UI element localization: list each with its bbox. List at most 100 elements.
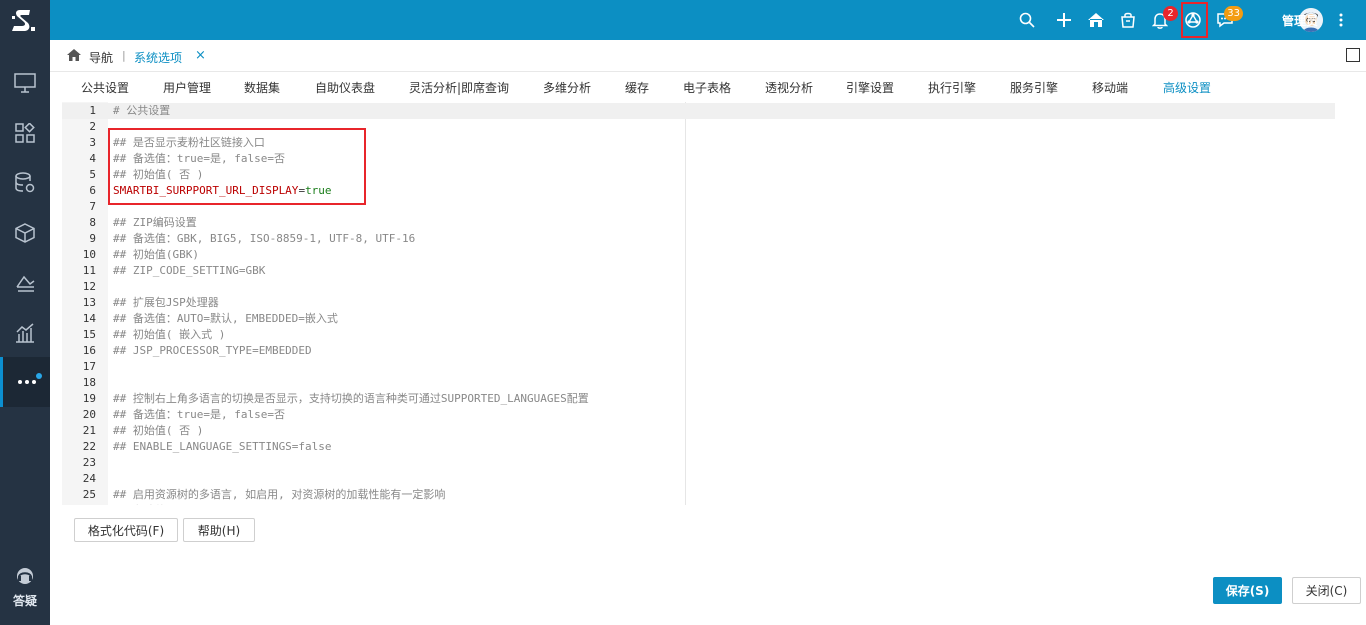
user-name[interactable]: 管理员 <box>1282 12 1318 29</box>
headset-icon <box>17 568 33 584</box>
code-text: ## 备选值：true=是, false=否 <box>113 503 285 505</box>
code-line[interactable]: 26 ## 备选值：true=是, false=否 <box>62 503 1335 505</box>
layers-icon[interactable] <box>0 258 50 308</box>
help-button[interactable]: 帮助(H) <box>183 518 255 542</box>
code-line[interactable]: 11 ## ZIP_CODE_SETTING=GBK <box>62 263 1335 279</box>
database-settings-icon[interactable] <box>0 158 50 208</box>
notification-dot <box>36 373 42 379</box>
code-text: ## 备选值：true=是, false=否 <box>113 408 285 421</box>
code-line[interactable]: 19 ## 控制右上角多语言的切换是否显示，支持切换的语言种类可通过SUPPORT… <box>62 391 1335 407</box>
line-number: 22 <box>82 440 96 453</box>
tab-public-settings[interactable]: 公共设置 <box>81 79 129 96</box>
line-number: 16 <box>82 344 96 357</box>
line-number: 20 <box>82 408 96 421</box>
settings-icon-highlight <box>1181 2 1208 38</box>
code-line[interactable]: 22 ## ENABLE_LANGUAGE_SETTINGS=false <box>62 439 1335 455</box>
search-icon[interactable] <box>1015 8 1039 32</box>
store-icon[interactable] <box>1116 8 1140 32</box>
tab-user-management[interactable]: 用户管理 <box>163 79 211 96</box>
code-line[interactable]: 14 ## 备选值：AUTO=默认, EMBEDDED=嵌入式 <box>62 311 1335 327</box>
code-text: ## 控制右上角多语言的切换是否显示，支持切换的语言种类可通过SUPPORTED… <box>113 392 589 405</box>
code-line[interactable]: 24 <box>62 471 1335 487</box>
code-line[interactable]: 20 ## 备选值：true=是, false=否 <box>62 407 1335 423</box>
tab-flexible-analysis[interactable]: 灵活分析|即席查询 <box>409 79 509 96</box>
bar-chart-icon[interactable] <box>0 308 50 358</box>
tab-dataset[interactable]: 数据集 <box>244 79 280 96</box>
line-number: 25 <box>82 488 96 501</box>
line-number: 5 <box>89 168 96 181</box>
code-line[interactable]: 23 <box>62 455 1335 471</box>
line-number: 14 <box>82 312 96 325</box>
code-line[interactable]: 10 ## 初始值(GBK) <box>62 247 1335 263</box>
grid-apps-icon[interactable] <box>0 108 50 158</box>
code-line[interactable]: 1 # 公共设置 <box>62 103 1335 119</box>
line-number: 24 <box>82 472 96 485</box>
code-line[interactable]: 13 ## 扩展包JSP处理器 <box>62 295 1335 311</box>
line-number: 1 <box>89 104 96 117</box>
line-number: 7 <box>89 200 96 213</box>
code-line[interactable]: 21 ## 初始值( 否 ) <box>62 423 1335 439</box>
cube-icon[interactable] <box>0 208 50 258</box>
tab-service-engine[interactable]: 服务引擎 <box>1010 79 1058 96</box>
code-text: ## 初始值( 否 ) <box>113 424 204 437</box>
code-line[interactable]: 25 ## 启用资源树的多语言, 如启用, 对资源树的加载性能有一定影响 <box>62 487 1335 503</box>
home-icon[interactable] <box>66 48 82 65</box>
bell-icon[interactable]: 2 <box>1148 6 1178 32</box>
kebab-menu-icon[interactable] <box>1329 8 1353 32</box>
code-text: ## ZIP编码设置 <box>113 216 197 229</box>
sidebar: 答疑 <box>0 0 50 625</box>
tab-spreadsheet[interactable]: 电子表格 <box>683 79 731 96</box>
top-bar: 2 33 管理员 <box>50 0 1366 40</box>
logo-icon[interactable] <box>0 0 50 40</box>
line-number: 11 <box>82 264 96 277</box>
home-icon[interactable] <box>1084 8 1108 32</box>
code-text: ## 备选值：AUTO=默认, EMBEDDED=嵌入式 <box>113 312 338 325</box>
line-number: 19 <box>82 392 96 405</box>
tab-execution-engine[interactable]: 执行引擎 <box>928 79 976 96</box>
tab-pivot-analysis[interactable]: 透视分析 <box>765 79 813 96</box>
chat-icon[interactable]: 33 <box>1213 6 1243 32</box>
code-text: ## ZIP_CODE_SETTING=GBK <box>113 264 266 277</box>
line-number: 12 <box>82 280 96 293</box>
plus-icon[interactable] <box>1052 8 1076 32</box>
format-code-button[interactable]: 格式化代码(F) <box>74 518 178 542</box>
close-button[interactable]: 关闭(C) <box>1292 577 1361 604</box>
tab-mobile[interactable]: 移动端 <box>1092 79 1128 96</box>
more-icon[interactable] <box>0 357 50 407</box>
close-icon[interactable]: × <box>195 48 206 63</box>
code-text: ## ENABLE_LANGUAGE_SETTINGS=false <box>113 440 332 453</box>
line-number: 8 <box>89 216 96 229</box>
code-line[interactable]: 17 <box>62 359 1335 375</box>
help-label: 答疑 <box>12 594 37 608</box>
maximize-icon[interactable] <box>1346 48 1360 62</box>
line-number: 18 <box>82 376 96 389</box>
breadcrumb: 导航 | 系统选项 × <box>50 40 1366 72</box>
code-line[interactable]: 15 ## 初始值( 嵌入式 ) <box>62 327 1335 343</box>
tab-cache[interactable]: 缓存 <box>625 79 649 96</box>
settings-tabs: 公共设置 用户管理 数据集 自助仪表盘 灵活分析|即席查询 多维分析 缓存 电子… <box>50 72 1366 102</box>
tab-advanced-settings[interactable]: 高级设置 <box>1163 79 1211 96</box>
monitor-icon[interactable] <box>0 58 50 108</box>
tab-engine-settings[interactable]: 引擎设置 <box>846 79 894 96</box>
code-line[interactable]: 9 ## 备选值：GBK, BIG5, ISO-8859-1, UTF-8, UT… <box>62 231 1335 247</box>
line-number: 9 <box>89 232 96 245</box>
breadcrumb-nav[interactable]: 导航 <box>89 49 113 66</box>
code-text: ## JSP_PROCESSOR_TYPE=EMBEDDED <box>113 344 312 357</box>
line-number: 17 <box>82 360 96 373</box>
tab-multidim-analysis[interactable]: 多维分析 <box>543 79 591 96</box>
save-button[interactable]: 保存(S) <box>1213 577 1282 604</box>
code-line[interactable]: 12 <box>62 279 1335 295</box>
code-text: ## 启用资源树的多语言, 如启用, 对资源树的加载性能有一定影响 <box>113 488 446 501</box>
line-number: 23 <box>82 456 96 469</box>
code-line[interactable]: 8 ## ZIP编码设置 <box>62 215 1335 231</box>
line-number: 15 <box>82 328 96 341</box>
help-button[interactable]: 答疑 <box>0 566 50 616</box>
code-text: ## 备选值：GBK, BIG5, ISO-8859-1, UTF-8, UTF… <box>113 232 416 245</box>
line-number: 4 <box>89 152 96 165</box>
code-line[interactable]: 18 <box>62 375 1335 391</box>
breadcrumb-tab-system-options[interactable]: 系统选项 <box>134 49 182 66</box>
code-line[interactable]: 16 ## JSP_PROCESSOR_TYPE=EMBEDDED <box>62 343 1335 359</box>
tab-self-dashboard[interactable]: 自助仪表盘 <box>315 79 375 96</box>
breadcrumb-separator: | <box>122 49 126 62</box>
line-number: 2 <box>89 120 96 133</box>
